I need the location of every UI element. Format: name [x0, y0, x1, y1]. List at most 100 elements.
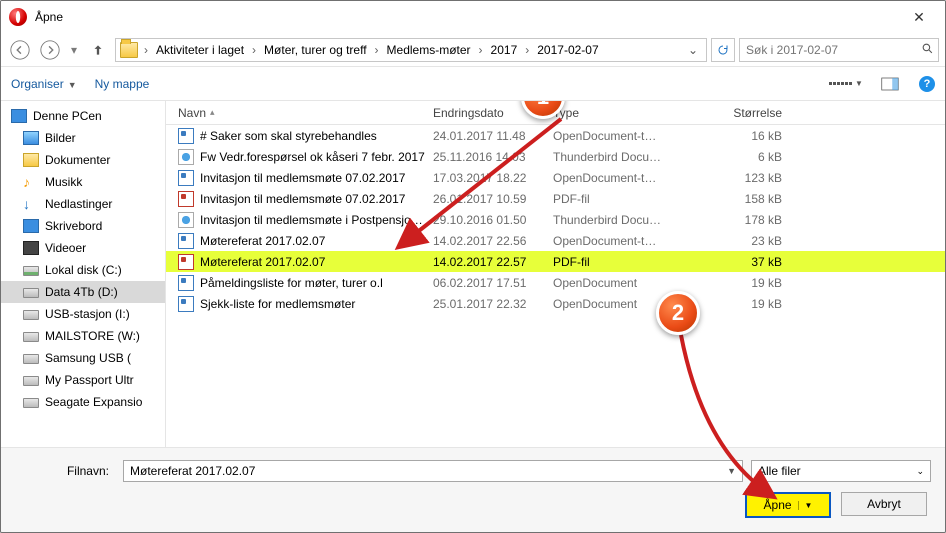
organize-menu[interactable]: Organiser▼ — [11, 77, 77, 91]
navitem[interactable]: Samsung USB ( — [1, 347, 165, 369]
crumb-0[interactable]: Aktiviteter i laget — [150, 39, 250, 61]
dialog-title: Åpne — [35, 10, 63, 24]
crumb-1[interactable]: Møter, turer og treff — [258, 39, 372, 61]
file-size: 19 kB — [700, 297, 790, 311]
file-size: 158 kB — [700, 192, 790, 206]
view-mode-button[interactable]: ▼ — [831, 74, 861, 94]
navitem[interactable]: Seagate Expansio — [1, 391, 165, 413]
file-icon — [178, 128, 194, 144]
drive-icon — [23, 310, 39, 320]
drive-icon — [23, 288, 39, 298]
music-icon: ♪ — [23, 175, 39, 189]
navitem-label: My Passport Ultr — [45, 373, 134, 387]
video-icon — [23, 241, 39, 255]
file-name-input[interactable]: Møtereferat 2017.02.07 ▼ — [123, 460, 743, 482]
navitem[interactable]: ♪ Musikk — [1, 171, 165, 193]
chevron-right-icon[interactable]: › — [477, 39, 485, 61]
file-name: Møtereferat 2017.02.07 — [200, 234, 325, 248]
navitem[interactable]: Videoer — [1, 237, 165, 259]
crumb-3[interactable]: 2017 — [485, 39, 524, 61]
download-icon: ↓ — [23, 197, 39, 211]
preview-pane-button[interactable] — [875, 74, 905, 94]
chevron-right-icon[interactable]: › — [142, 39, 150, 61]
file-size: 16 kB — [700, 129, 790, 143]
file-icon — [178, 296, 194, 312]
refresh-button[interactable] — [711, 38, 735, 62]
chevron-right-icon[interactable]: › — [250, 39, 258, 61]
navitem-this-pc[interactable]: Denne PCen — [1, 105, 165, 127]
new-folder-button[interactable]: Ny mappe — [95, 77, 150, 91]
navitem-label: Dokumenter — [45, 153, 110, 167]
crumb-4[interactable]: 2017-02-07 — [531, 39, 604, 61]
navitem[interactable]: USB-stasjon (I:) — [1, 303, 165, 325]
file-name: Møtereferat 2017.02.07 — [200, 255, 325, 269]
file-icon — [178, 170, 194, 186]
chevron-down-icon: ⌄ — [916, 466, 924, 477]
file-size: 37 kB — [700, 255, 790, 269]
opera-icon — [9, 8, 27, 26]
column-size[interactable]: Størrelse — [700, 106, 790, 120]
navitem-label: Samsung USB ( — [45, 351, 131, 365]
chevron-down-icon: ▼ — [68, 80, 77, 90]
file-row[interactable]: Sjekk-liste for medlemsmøter25.01.2017 2… — [166, 293, 945, 314]
column-name[interactable]: Navn ▴ — [170, 106, 425, 120]
drive color-icon — [23, 266, 39, 276]
file-name: Påmeldingsliste for møter, turer o.l — [200, 276, 383, 290]
navitem-label: Musikk — [45, 175, 82, 189]
file-icon — [178, 212, 194, 228]
forward-button[interactable] — [37, 37, 63, 63]
desktop-icon — [23, 219, 39, 233]
column-type[interactable]: Type — [545, 106, 700, 120]
drive-icon — [23, 398, 39, 408]
navigation-pane[interactable]: Denne PCen Bilder Dokumenter ♪ Musikk ↓Nedlas… — [1, 101, 166, 447]
navitem[interactable]: MAILSTORE (W:) — [1, 325, 165, 347]
chevron-right-icon[interactable]: › — [523, 39, 531, 61]
folder-icon — [120, 42, 138, 58]
cancel-button[interactable]: Avbryt — [841, 492, 927, 516]
file-icon — [178, 275, 194, 291]
navigation-row: ▾ › Aktiviteter i laget › Møter, turer o… — [1, 33, 945, 67]
file-name: # Saker som skal styrebehandles — [200, 129, 377, 143]
navitem-label: MAILSTORE (W:) — [45, 329, 140, 343]
search-box[interactable] — [739, 38, 939, 62]
navitem-label: Data 4Tb (D:) — [45, 285, 118, 299]
navitem[interactable]: My Passport Ultr — [1, 369, 165, 391]
navitem[interactable]: Lokal disk (C:) — [1, 259, 165, 281]
search-icon[interactable] — [921, 42, 934, 58]
navitem[interactable]: ↓Nedlastinger — [1, 193, 165, 215]
navitem[interactable]: Skrivebord — [1, 215, 165, 237]
navitem[interactable]: Data 4Tb (D:) — [1, 281, 165, 303]
breadcrumb[interactable]: › Aktiviteter i laget › Møter, turer og … — [115, 38, 707, 62]
file-icon — [178, 149, 194, 165]
annotation-arrow-2 — [673, 329, 833, 519]
navitem-label: Lokal disk (C:) — [45, 263, 122, 277]
crumb-2[interactable]: Medlems-møter — [381, 39, 477, 61]
up-button[interactable] — [85, 37, 111, 63]
drive-icon — [23, 376, 39, 386]
navitem-label: Skrivebord — [45, 219, 102, 233]
chevron-right-icon[interactable]: › — [373, 39, 381, 61]
file-name: Invitasjon til medlemsmøte 07.02.2017 — [200, 171, 405, 185]
help-button[interactable]: ? — [919, 76, 935, 92]
search-input[interactable] — [746, 43, 921, 57]
navitem-label: USB-stasjon (I:) — [45, 307, 130, 321]
file-icon — [178, 233, 194, 249]
file-size: 178 kB — [700, 213, 790, 227]
navitem-label: Bilder — [45, 131, 76, 145]
navitem-label: Videoer — [45, 241, 86, 255]
navitem-label: Seagate Expansio — [45, 395, 142, 409]
titlebar: Åpne ✕ — [1, 1, 945, 33]
file-icon — [178, 254, 194, 270]
navitem[interactable]: Bilder — [1, 127, 165, 149]
breadcrumb-dropdown[interactable]: ⌄ — [682, 43, 704, 57]
navitem[interactable]: Dokumenter — [1, 149, 165, 171]
file-open-dialog: Åpne ✕ ▾ › Aktiviteter i laget › Møter, … — [0, 0, 946, 533]
file-size: 23 kB — [700, 234, 790, 248]
back-button[interactable] — [7, 37, 33, 63]
annotation-arrow-1 — [391, 119, 591, 279]
pic-icon — [23, 131, 39, 145]
drive-icon — [23, 332, 39, 342]
close-button[interactable]: ✕ — [897, 3, 941, 31]
file-name: Sjekk-liste for medlemsmøter — [200, 297, 355, 311]
history-dropdown[interactable]: ▾ — [67, 37, 81, 63]
